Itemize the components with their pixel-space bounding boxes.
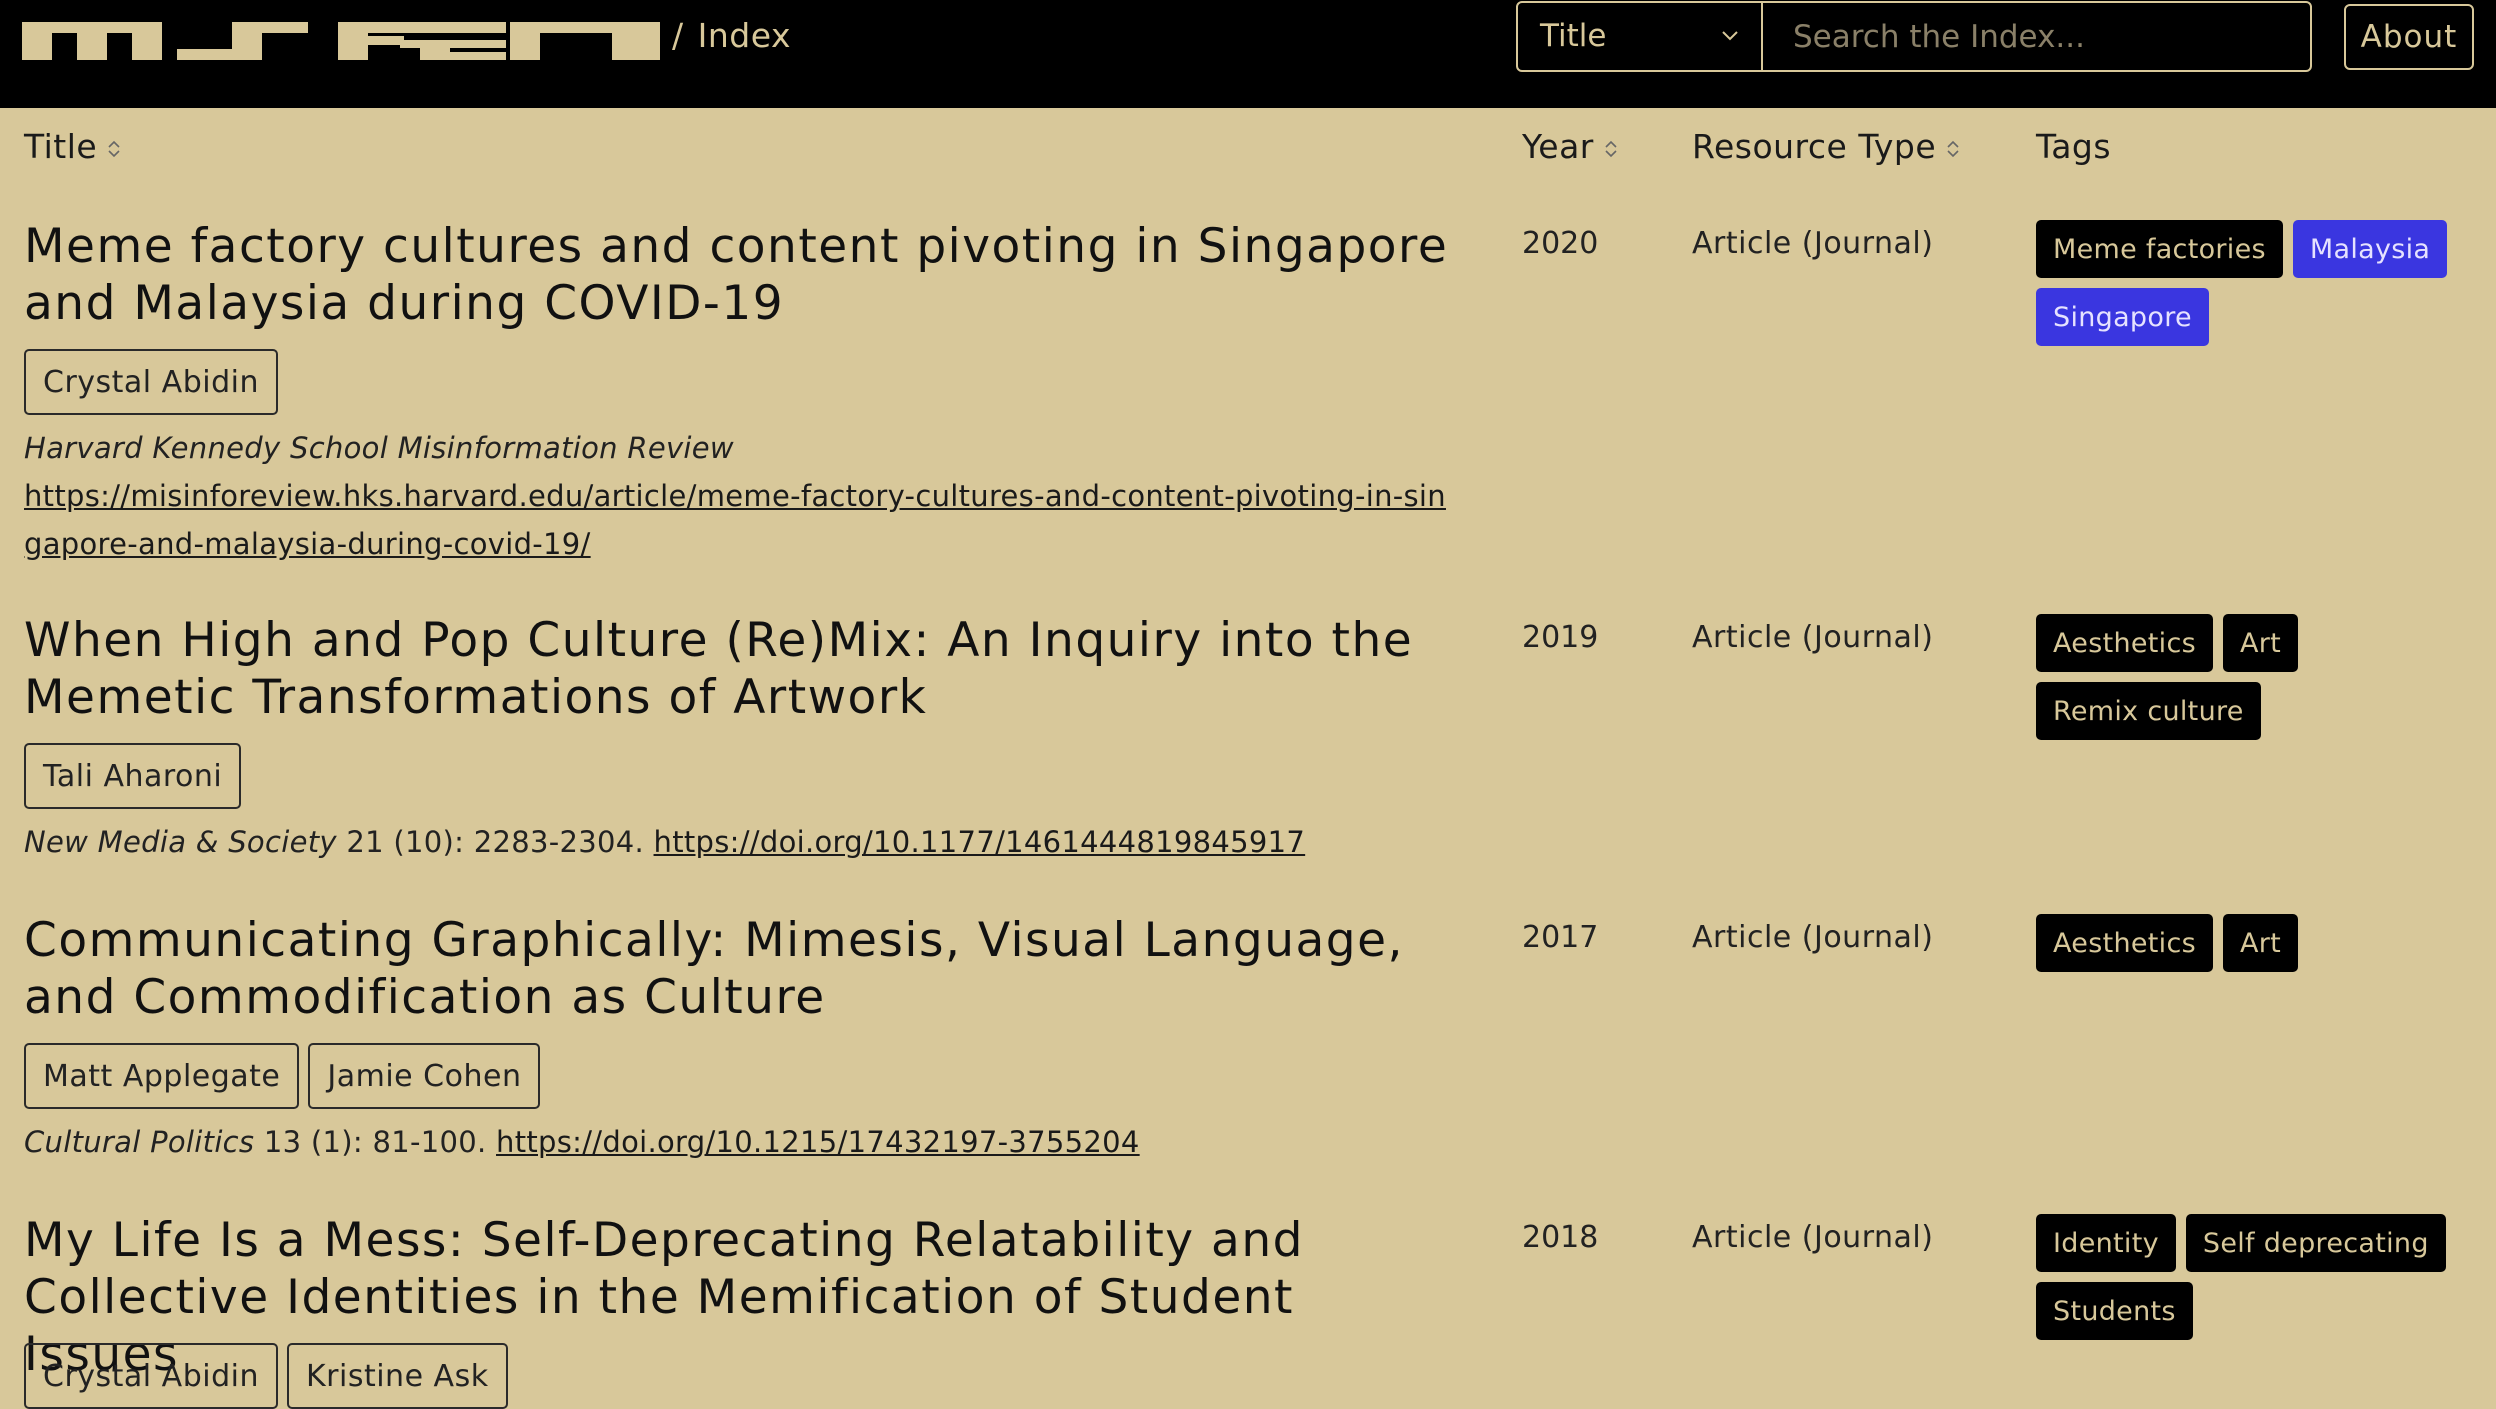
breadcrumb: / Index [672,14,791,58]
column-header-resource-type[interactable]: Resource Type [1692,126,1960,168]
sort-icon [1947,140,1959,158]
entry-citation: Harvard Kennedy School Misinformation Re… [24,424,1454,568]
column-header-year-label: Year [1522,127,1594,166]
tag-button[interactable]: Singapore [2036,288,2209,346]
entry-citation: Cultural Politics 13 (1): 81-100. https:… [24,1118,1454,1166]
tag-button[interactable]: Remix culture [2036,682,2261,740]
column-header-year[interactable]: Year [1522,126,1618,168]
entry-volume-pages: 21 (10): 2283-2304. [336,825,654,859]
tag-button[interactable]: Meme factories [2036,220,2283,278]
column-header-title[interactable]: Title [24,126,121,168]
search-field-select[interactable]: Title [1516,1,1763,72]
column-header-resource-type-label: Resource Type [1692,127,1937,166]
entry-link[interactable]: https://doi.org/10.1215/17432197-3755204 [496,1125,1140,1159]
tag-button[interactable]: Identity [2036,1214,2176,1272]
column-header-title-label: Title [24,127,98,166]
site-logo[interactable] [22,18,662,62]
breadcrumb-current[interactable]: Index [698,16,791,55]
sort-icon [1605,140,1617,158]
chevron-down-icon [1722,31,1738,41]
tag-button[interactable]: Aesthetics [2036,614,2213,672]
entry-link[interactable]: https://misinforeview.hks.harvard.edu/ar… [24,479,1446,561]
tag-button[interactable]: Aesthetics [2036,914,2213,972]
about-button[interactable]: About [2344,4,2474,70]
column-header-tags-label: Tags [2036,127,2112,166]
entry-link[interactable]: https://doi.org/10.1177/1461444819845917 [654,825,1306,859]
sort-icon [108,140,120,158]
entry-year: 2019 [1522,620,1599,655]
entry-resource-type: Article (Journal) [1692,920,1934,955]
entry-title[interactable]: When High and Pop Culture (Re)Mix: An In… [24,612,1464,726]
tag-button[interactable]: Students [2036,1282,2193,1340]
entry-resource-type: Article (Journal) [1692,226,1934,261]
author-list: Crystal Abidin [24,349,278,415]
entry-volume-pages: 13 (1): 81-100. [254,1125,497,1159]
entry-venue: Harvard Kennedy School Misinformation Re… [24,431,734,465]
tag-button[interactable]: Self deprecating [2185,1214,2446,1272]
entry-venue: New Media & Society [24,825,337,859]
author-list: Crystal Abidin Kristine Ask [24,1343,508,1409]
entry-title[interactable]: Meme factory cultures and content pivoti… [24,218,1464,332]
tag-button[interactable]: Art [2222,614,2299,672]
author-button[interactable]: Jamie Cohen [308,1043,541,1109]
tag-button[interactable]: Art [2222,914,2299,972]
entry-year: 2018 [1522,1220,1599,1255]
entry-title[interactable]: Communicating Graphically: Mimesis, Visu… [24,912,1464,1026]
author-button[interactable]: Crystal Abidin [24,349,278,415]
tag-list: Meme factories Malaysia Singapore [2036,220,2476,346]
entry-resource-type: Article (Journal) [1692,1220,1934,1255]
search-input[interactable] [1761,1,2312,72]
breadcrumb-separator: / [672,16,684,55]
entry-resource-type: Article (Journal) [1692,620,1934,655]
column-header-tags: Tags [2036,126,2111,168]
search-field-value: Title [1540,18,1607,54]
tag-list: Aesthetics Art Remix culture [2036,614,2476,740]
author-list: Matt Applegate Jamie Cohen [24,1043,541,1109]
top-bar: / Index Title About [0,0,2496,108]
tag-list: Identity Self deprecating Students [2036,1214,2476,1340]
entry-year: 2017 [1522,920,1599,955]
entry-citation: New Media & Society 21 (10): 2283-2304. … [24,818,1454,866]
author-button[interactable]: Kristine Ask [286,1343,508,1409]
author-button[interactable]: Crystal Abidin [24,1343,278,1409]
entry-venue: Cultural Politics [24,1125,255,1159]
author-button[interactable]: Matt Applegate [24,1043,300,1109]
entry-year: 2020 [1522,226,1599,261]
tag-list: Aesthetics Art [2036,914,2476,972]
tag-button[interactable]: Malaysia [2292,220,2448,278]
author-list: Tali Aharoni [24,743,242,809]
author-button[interactable]: Tali Aharoni [24,743,242,809]
